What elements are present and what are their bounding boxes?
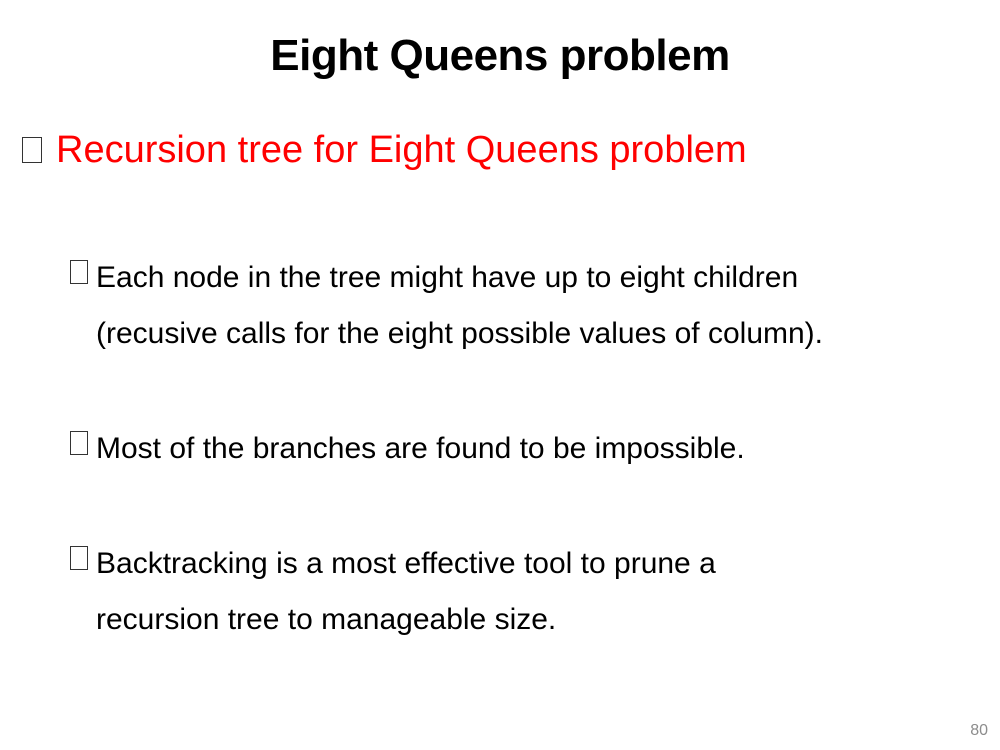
sub-bullet-line: recursion tree to manageable size. xyxy=(96,603,557,636)
sub-bullet-3: Backtracking is a most effective tool to… xyxy=(70,536,976,648)
sub-bullet-1: Each node in the tree might have up to e… xyxy=(70,250,976,362)
sub-bullet-line: Each node in the tree might have up to e… xyxy=(96,261,799,294)
sub-bullet-text: Most of the branches are found to be imp… xyxy=(96,421,976,477)
bullet-box-icon xyxy=(22,137,42,163)
slide-title: Eight Queens problem xyxy=(270,31,730,80)
bullet-box-icon xyxy=(70,431,88,455)
sub-bullet-text: Backtracking is a most effective tool to… xyxy=(96,536,976,648)
sub-bullet-2: Most of the branches are found to be imp… xyxy=(70,421,976,477)
bullet-box-icon xyxy=(70,260,88,284)
sub-bullet-line: (recusive calls for the eight possible v… xyxy=(96,317,824,350)
main-bullet: Recursion tree for Eight Queens problem xyxy=(22,124,747,176)
main-bullet-text: Recursion tree for Eight Queens problem xyxy=(56,129,747,171)
bullet-box-icon xyxy=(70,546,88,570)
page-number: 80 xyxy=(970,722,988,739)
sub-bullet-line: Most of the branches are found to be imp… xyxy=(96,432,745,465)
sub-bullet-text: Each node in the tree might have up to e… xyxy=(96,250,976,362)
sub-bullet-line: Backtracking is a most effective tool to… xyxy=(96,547,716,580)
